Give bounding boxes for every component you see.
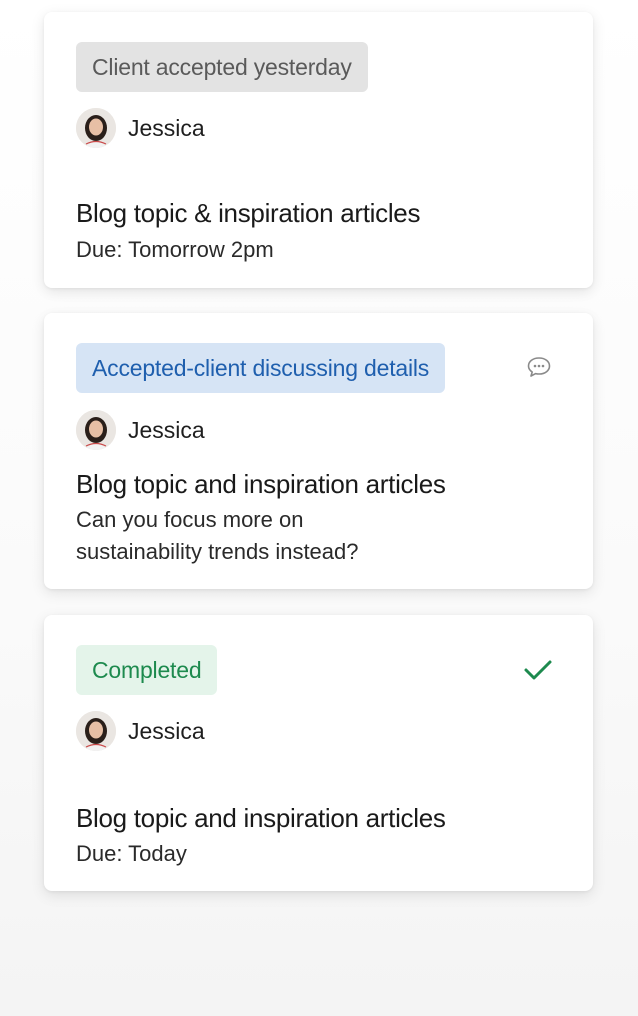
avatar [76, 711, 116, 751]
checkmark-icon [523, 657, 553, 683]
chat-bubble-icon[interactable] [525, 353, 553, 381]
assignee-name: Jessica [128, 717, 205, 744]
task-title: Blog topic & inspiration articles [76, 198, 421, 228]
comment-line-2: sustainability trends instead? [76, 539, 359, 564]
status-badge: Client accepted yesterday [76, 42, 368, 92]
status-badge: Accepted-client discussing details [76, 343, 446, 393]
assignee: Jessica [76, 108, 205, 148]
task-title: Blog topic and inspiration articles [76, 803, 446, 833]
assignee: Jessica [76, 711, 205, 751]
comment-line-1: Can you focus more on [76, 507, 304, 532]
task-due: Due: Tomorrow 2pm [76, 237, 274, 262]
assignee: Jessica [76, 410, 205, 450]
avatar [76, 108, 116, 148]
assignee-name: Jessica [128, 416, 205, 443]
avatar [76, 410, 116, 450]
task-card[interactable]: Client accepted yesterday Jessica Blog t… [44, 12, 593, 288]
task-title: Blog topic and inspiration articles [76, 469, 446, 499]
status-badge: Completed [76, 645, 218, 695]
assignee-name: Jessica [128, 114, 205, 141]
task-due: Due: Today [76, 841, 187, 866]
task-card[interactable]: Completed Jessica Blog topic and inspira… [44, 615, 593, 891]
task-card[interactable]: Accepted-client discussing details Jessi… [44, 313, 593, 589]
